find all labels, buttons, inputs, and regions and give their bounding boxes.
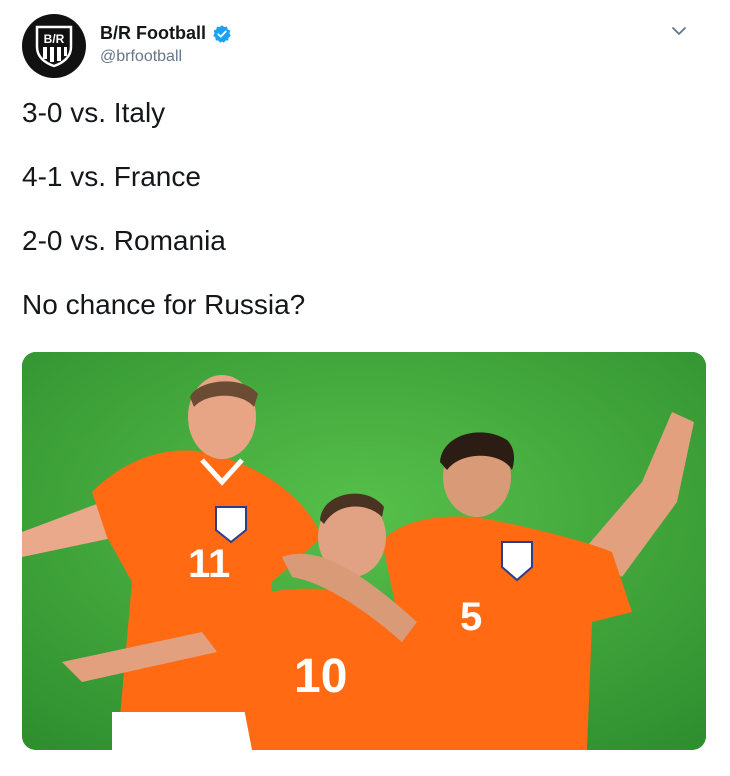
- tweet-line-2: 4-1 vs. France: [22, 161, 201, 192]
- display-name-row: B/R Football: [100, 23, 232, 44]
- tweet-line-3: 2-0 vs. Romania: [22, 225, 226, 256]
- chevron-down-icon[interactable]: [668, 20, 690, 42]
- jersey-number-center: 10: [294, 650, 347, 703]
- tweet-line-1: 3-0 vs. Italy: [22, 97, 166, 128]
- photo-scene: 11 10 5: [22, 352, 706, 750]
- account-names: B/R Football @brfootball: [100, 23, 232, 66]
- tweet-line-4: No chance for Russia?: [22, 289, 306, 320]
- account-handle[interactable]: @brfootball: [100, 48, 232, 66]
- tweet-photo[interactable]: 11 10 5: [22, 352, 706, 750]
- jersey-number-left: 11: [188, 542, 230, 586]
- jersey-number-right: 5: [460, 595, 482, 639]
- avatar[interactable]: B/R: [22, 14, 86, 78]
- display-name[interactable]: B/R Football: [100, 23, 206, 44]
- tweet-header: B/R B/R Football @brfootball: [22, 14, 712, 80]
- br-logo-icon: B/R: [35, 25, 73, 68]
- verified-badge-icon: [212, 24, 232, 44]
- svg-text:B/R: B/R: [44, 32, 65, 46]
- tweet-text: 3-0 vs. Italy 4-1 vs. France 2-0 vs. Rom…: [22, 94, 702, 350]
